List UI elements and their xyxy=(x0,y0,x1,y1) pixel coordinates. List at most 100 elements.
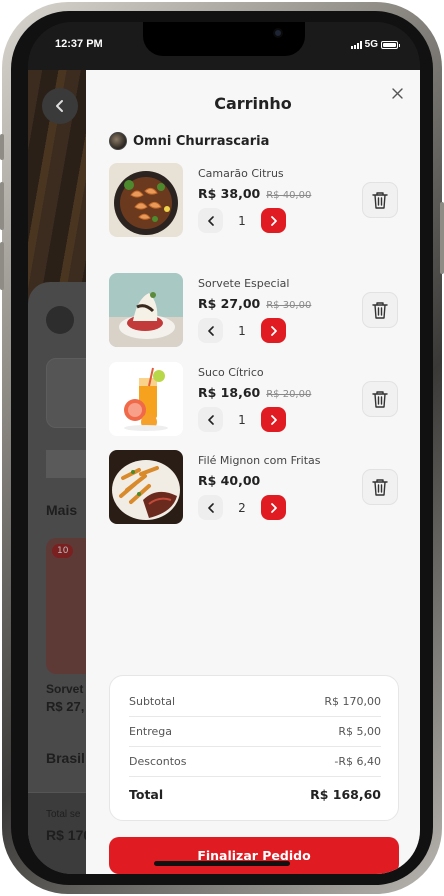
store-avatar xyxy=(109,132,127,150)
quantity-stepper: 2 xyxy=(198,495,286,520)
chevron-left-icon xyxy=(207,215,214,226)
status-bar: 12:37 PM 5G xyxy=(28,22,420,70)
status-indicators: 5G xyxy=(350,39,400,50)
increase-button[interactable] xyxy=(261,495,286,520)
increase-button[interactable] xyxy=(261,318,286,343)
delivery-label: Entrega xyxy=(129,725,173,738)
chevron-right-icon xyxy=(270,325,277,336)
item-old-price: R$ 30,00 xyxy=(266,300,312,311)
divider xyxy=(129,716,381,717)
total-label: Total se xyxy=(46,809,81,820)
summary-subtotal: Subtotal R$ 170,00 xyxy=(129,695,381,708)
decrease-button[interactable] xyxy=(198,208,223,233)
decrease-button[interactable] xyxy=(198,495,223,520)
total-value: R$ 170 xyxy=(46,827,92,843)
item-name: Camarão Citrus xyxy=(198,167,284,180)
item-name: Filé Mignon com Fritas xyxy=(198,454,321,467)
store-name: Omni Churrascaria xyxy=(133,133,270,149)
trash-icon xyxy=(372,302,388,319)
item-price: R$ 27,00 xyxy=(198,296,261,311)
summary-discount: Descontos -R$ 6,40 xyxy=(129,755,381,768)
dynamic-island xyxy=(143,22,305,56)
volume-down-button xyxy=(0,242,4,290)
chevron-left-icon xyxy=(207,414,214,425)
trash-icon xyxy=(372,391,388,408)
item-image-ice-cream xyxy=(109,273,183,347)
home-indicator[interactable] xyxy=(154,861,290,866)
quantity-value: 1 xyxy=(238,323,246,338)
checkout-button[interactable]: Finalizar Pedido xyxy=(109,837,399,874)
discount-value: -R$ 6,40 xyxy=(334,755,381,768)
divider xyxy=(129,746,381,747)
chevron-right-icon xyxy=(270,414,277,425)
item-price-row: R$ 18,60 R$ 20,00 xyxy=(198,385,311,400)
item-image-shrimp xyxy=(109,163,183,237)
quantity-value: 1 xyxy=(238,412,246,427)
item-old-price: R$ 40,00 xyxy=(266,190,312,201)
item-price-row: R$ 27,00 R$ 30,00 xyxy=(198,296,311,311)
total-value: R$ 168,60 xyxy=(310,787,381,802)
quantity-stepper: 1 xyxy=(198,318,286,343)
remove-item-button[interactable] xyxy=(362,292,398,328)
discount-badge: 10 xyxy=(52,544,74,558)
volume-up-button xyxy=(0,182,4,230)
signal-icon xyxy=(350,40,362,49)
trash-icon xyxy=(372,479,388,496)
remove-item-button[interactable] xyxy=(362,381,398,417)
back-arrow-icon[interactable] xyxy=(42,88,78,124)
item-price: R$ 38,00 xyxy=(198,186,261,201)
subtotal-value: R$ 170,00 xyxy=(324,695,381,708)
item-price: R$ 40,00 xyxy=(198,473,261,488)
cart-item: Suco Cítrico R$ 18,60 R$ 20,00 1 xyxy=(109,362,409,436)
remove-item-button[interactable] xyxy=(362,182,398,218)
trash-icon xyxy=(372,192,388,209)
divider xyxy=(129,776,381,777)
item-old-price: R$ 20,00 xyxy=(266,389,312,400)
discount-label: Descontos xyxy=(129,755,187,768)
item-image-steak xyxy=(109,450,183,524)
increase-button[interactable] xyxy=(261,208,286,233)
item-name: Suco Cítrico xyxy=(198,366,264,379)
decrease-button[interactable] xyxy=(198,407,223,432)
store-header: Omni Churrascaria xyxy=(109,132,269,150)
item-name: Sorvete Especial xyxy=(198,277,290,290)
chevron-left-icon xyxy=(207,502,214,513)
item-image-juice xyxy=(109,362,183,436)
restaurant-avatar xyxy=(46,306,74,334)
screen: Mais 10 Sorvet R$ 27, Brasil Total se R$… xyxy=(28,22,420,874)
item-price-row: R$ 38,00 R$ 40,00 xyxy=(198,186,311,201)
cart-drawer: Carrinho Omni Churrascaria Camarão Citru… xyxy=(86,70,420,874)
product-name: Sorvet xyxy=(46,682,84,696)
power-button xyxy=(440,202,444,274)
item-price: R$ 18,60 xyxy=(198,385,261,400)
increase-button[interactable] xyxy=(261,407,286,432)
cart-item: Sorvete Especial R$ 27,00 R$ 30,00 1 xyxy=(109,273,409,347)
quantity-value: 2 xyxy=(238,500,246,515)
order-summary: Subtotal R$ 170,00 Entrega R$ 5,00 Desco… xyxy=(109,675,399,821)
product-price: R$ 27, xyxy=(46,699,85,714)
network-label: 5G xyxy=(364,39,378,50)
chevron-right-icon xyxy=(270,215,277,226)
item-price-row: R$ 40,00 xyxy=(198,473,260,488)
quantity-value: 1 xyxy=(238,213,246,228)
section-title-2: Brasil xyxy=(46,750,85,766)
cart-title: Carrinho xyxy=(214,94,292,113)
summary-delivery: Entrega R$ 5,00 xyxy=(129,725,381,738)
total-label: Total xyxy=(129,787,164,802)
quantity-stepper: 1 xyxy=(198,208,286,233)
status-time: 12:37 PM xyxy=(55,38,103,50)
section-title: Mais xyxy=(46,502,78,518)
quantity-stepper: 1 xyxy=(198,407,286,432)
summary-total: Total R$ 168,60 xyxy=(129,787,381,802)
cart-item: Filé Mignon com Fritas R$ 40,00 2 xyxy=(109,450,409,524)
subtotal-label: Subtotal xyxy=(129,695,176,708)
remove-item-button[interactable] xyxy=(362,469,398,505)
action-button xyxy=(0,134,4,160)
decrease-button[interactable] xyxy=(198,318,223,343)
delivery-value: R$ 5,00 xyxy=(338,725,381,738)
camera-icon xyxy=(273,28,283,38)
cart-item: Camarão Citrus R$ 38,00 R$ 40,00 1 xyxy=(109,163,409,237)
battery-icon xyxy=(381,40,400,49)
chevron-right-icon xyxy=(270,502,277,513)
close-icon[interactable] xyxy=(388,84,406,102)
